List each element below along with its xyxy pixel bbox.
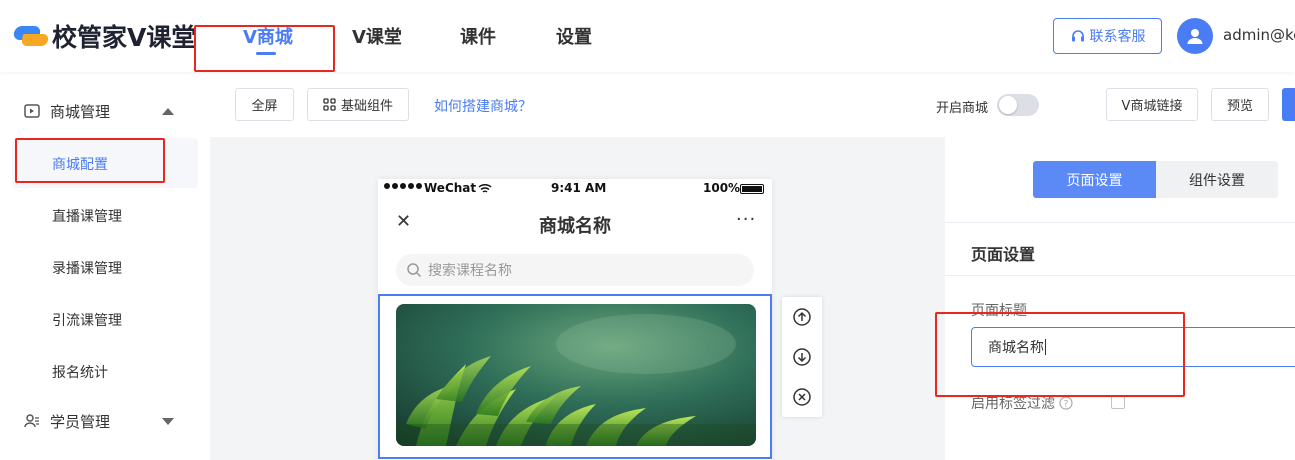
sidebar-item-recorded-courses[interactable]: 录播课管理: [52, 258, 122, 278]
logo-text: 校管家V课堂: [52, 23, 197, 52]
status-time: 9:41 AM: [551, 181, 607, 195]
phone-status-bar: WeChat 9:41 AM 100%: [378, 179, 772, 199]
search-placeholder: 搜索课程名称: [428, 263, 512, 279]
fullscreen-label: 全屏: [251, 99, 278, 114]
sidebar-group-mall[interactable]: 商城管理: [24, 99, 184, 123]
annotation-box: [15, 138, 165, 183]
sidebar: 商城管理 商城配置 直播课管理 录播课管理 引流课管理 报名统计 学员管理: [0, 72, 210, 460]
logo-mark-icon: [12, 24, 50, 48]
tag-filter-checkbox[interactable]: [1111, 395, 1125, 409]
carrier-label: WeChat: [424, 181, 477, 195]
banner-image: [396, 304, 756, 446]
phone-page-title: 商城名称: [539, 216, 611, 237]
chevron-up-icon: [162, 108, 174, 115]
sidebar-item-live-courses[interactable]: 直播课管理: [52, 206, 122, 226]
phone-preview: WeChat 9:41 AM 100% ✕ 商城名称 ··· 搜索课程名称: [378, 179, 772, 460]
annotation-box: [194, 25, 335, 72]
preview-button[interactable]: 预览: [1211, 88, 1269, 121]
annotation-box: [935, 312, 1185, 397]
editor-toolbar: 全屏 基础组件 如何搭建商城？ 开启商城 V商城链接 预览: [210, 72, 1295, 137]
selected-banner-component[interactable]: [378, 294, 772, 459]
tab-component-settings[interactable]: 组件设置: [1156, 161, 1278, 198]
more-icon[interactable]: ···: [736, 209, 756, 230]
nav-tab-vclass[interactable]: V课堂: [352, 0, 402, 72]
grid-icon: [323, 98, 336, 111]
enable-mall-toggle[interactable]: [997, 94, 1039, 116]
editor-canvas: WeChat 9:41 AM 100% ✕ 商城名称 ··· 搜索课程名称: [210, 137, 945, 460]
tab-page-settings[interactable]: 页面设置: [1033, 161, 1156, 198]
nav-tab-courseware[interactable]: 课件: [460, 0, 496, 72]
search-icon: [407, 263, 422, 278]
sidebar-group-label: 学员管理: [50, 412, 111, 431]
basic-components-label: 基础组件: [340, 99, 393, 114]
sidebar-item-lead-courses[interactable]: 引流课管理: [52, 310, 122, 330]
section-title: 页面设置: [971, 245, 1036, 264]
logo[interactable]: 校管家V课堂: [12, 20, 197, 52]
battery-icon: [740, 184, 764, 194]
delete-icon[interactable]: [792, 387, 812, 407]
component-controls: [782, 297, 822, 417]
play-square-icon: [24, 104, 40, 118]
fullscreen-button[interactable]: 全屏: [235, 88, 294, 121]
toggle-knob: [999, 96, 1017, 114]
nav-tab-settings[interactable]: 设置: [556, 0, 592, 72]
chevron-down-icon: [162, 418, 174, 425]
move-up-icon[interactable]: [792, 307, 812, 327]
divider: [945, 222, 1295, 223]
svg-text:?: ?: [1064, 400, 1069, 410]
enable-mall-label: 开启商城: [936, 101, 989, 116]
avatar[interactable]: [1177, 18, 1213, 54]
customer-service-label: 联系客服: [1089, 29, 1146, 45]
preview-label: 预览: [1226, 99, 1253, 114]
battery-percent: 100%: [703, 181, 741, 195]
settings-panel: 页面设置 组件设置 页面设置 页面标题 商城名称 启用标签过滤 ?: [945, 137, 1295, 460]
vmall-link-label: V商城链接: [1121, 99, 1183, 114]
basic-components-button[interactable]: 基础组件: [307, 88, 409, 121]
divider: [945, 275, 1295, 276]
sidebar-item-enrollment-stats[interactable]: 报名统计: [52, 362, 108, 382]
settings-tabs: 页面设置 组件设置: [1033, 161, 1278, 198]
publish-button[interactable]: [1282, 88, 1295, 121]
sidebar-group-students[interactable]: 学员管理: [24, 409, 184, 433]
user-icon: [1187, 29, 1203, 44]
help-icon[interactable]: ?: [1059, 396, 1073, 410]
how-to-build-mall-link[interactable]: 如何搭建商城？: [434, 96, 532, 116]
sidebar-group-label: 商城管理: [50, 102, 111, 121]
headset-icon: [1071, 30, 1084, 42]
phone-search-bar[interactable]: 搜索课程名称: [396, 254, 754, 286]
username[interactable]: admin@ke: [1223, 26, 1295, 44]
move-down-icon[interactable]: [792, 347, 812, 367]
wifi-icon: [478, 183, 492, 193]
customer-service-button[interactable]: 联系客服: [1053, 18, 1162, 54]
vmall-link-button[interactable]: V商城链接: [1106, 88, 1198, 121]
signal-icon: [384, 183, 422, 189]
user-group-icon: [24, 414, 39, 428]
